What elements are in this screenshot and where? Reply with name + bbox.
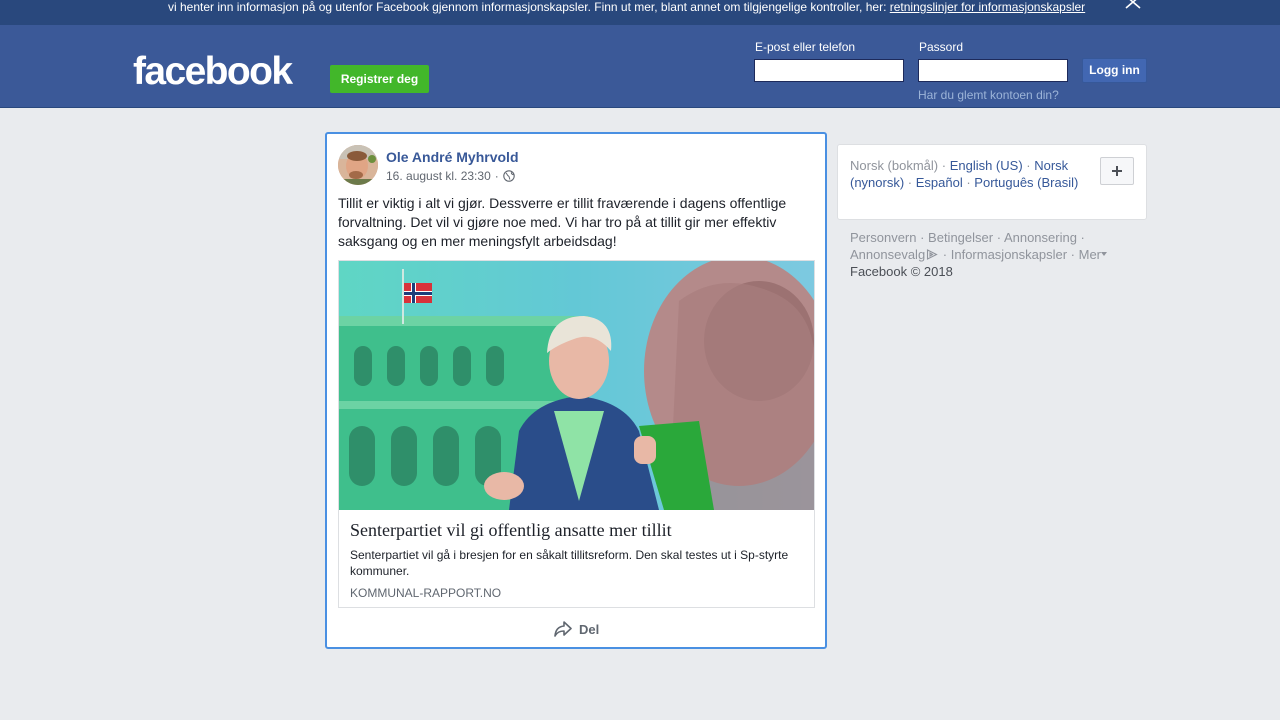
language-selector: Norsk (bokmål) · English (US) · Norsk (n… — [837, 144, 1147, 220]
post-author[interactable]: Ole André Myhrvold — [386, 148, 519, 166]
link-title[interactable]: Senterpartiet vil gi offentlig ansatte m… — [350, 519, 672, 541]
post-meta: 16. august kl. 23:30 · — [386, 168, 515, 184]
link-preview-caption: Senterpartiet vil gi offentlig ansatte m… — [339, 510, 814, 607]
language-list: Norsk (bokmål) · English (US) · Norsk (n… — [850, 158, 1079, 190]
password-label: Passord — [919, 40, 964, 54]
footer-link-more[interactable]: Mer — [1079, 247, 1101, 262]
footer-link-adchoices[interactable]: Annonsevalg — [850, 247, 925, 262]
avatar[interactable] — [338, 145, 378, 185]
language-current: Norsk (bokmål) — [850, 158, 939, 173]
link-domain: KOMMUNAL-RAPPORT.NO — [350, 586, 502, 600]
forgot-account-link[interactable]: Har du glemt kontoen din? — [918, 88, 1059, 102]
footer-link-advertising[interactable]: Annonsering — [1004, 230, 1077, 245]
caret-down-icon[interactable] — [1101, 252, 1108, 256]
link-preview[interactable]: Senterpartiet vil gi offentlig ansatte m… — [338, 260, 815, 608]
meta-separator: · — [494, 169, 499, 183]
share-button[interactable]: Del — [553, 619, 599, 639]
close-icon[interactable] — [1124, 0, 1142, 10]
cookie-banner-message: vi henter inn informasjon på og utenfor … — [168, 0, 890, 14]
footer-link-terms[interactable]: Betingelser — [928, 230, 993, 245]
language-option-espanol[interactable]: Español — [916, 175, 963, 190]
top-header: facebook Registrer deg E-post eller tele… — [0, 25, 1280, 108]
link-preview-image[interactable] — [339, 261, 814, 510]
globe-icon[interactable] — [503, 170, 515, 182]
plus-icon — [1112, 166, 1122, 176]
add-language-button[interactable] — [1100, 157, 1134, 185]
adchoices-icon[interactable] — [926, 249, 938, 260]
post-card: Ole André Myhrvold 16. august kl. 23:30 … — [325, 132, 827, 649]
password-field[interactable] — [918, 59, 1068, 82]
copyright: Facebook © 2018 — [850, 264, 953, 279]
footer-links: Personvern · Betingelser · Annonsering ·… — [850, 229, 1130, 280]
facebook-logo[interactable]: facebook — [133, 49, 293, 95]
email-label: E-post eller telefon — [755, 40, 856, 54]
register-button[interactable]: Registrer deg — [330, 65, 429, 93]
login-button[interactable]: Logg inn — [1082, 58, 1147, 83]
post-timestamp[interactable]: 16. august kl. 23:30 — [386, 168, 491, 184]
link-description: Senterpartiet vil gå i bresjen for en så… — [350, 548, 789, 578]
cookie-banner-text: vi henter inn informasjon på og utenfor … — [168, 0, 1085, 14]
cookie-banner: vi henter inn informasjon på og utenfor … — [0, 0, 1280, 25]
cookie-policy-link[interactable]: retningslinjer for informasjonskapsler — [890, 0, 1085, 14]
language-option-english[interactable]: English (US) — [950, 158, 1023, 173]
share-icon — [554, 621, 572, 637]
share-label: Del — [579, 621, 600, 637]
footer-link-privacy[interactable]: Personvern — [850, 230, 916, 245]
post-body-text: Tillit er viktig i alt vi gjør. Dessverr… — [338, 195, 787, 249]
email-field[interactable] — [754, 59, 904, 82]
footer-link-cookies[interactable]: Informasjonskapsler — [951, 247, 1067, 262]
language-option-portugues[interactable]: Português (Brasil) — [974, 175, 1078, 190]
